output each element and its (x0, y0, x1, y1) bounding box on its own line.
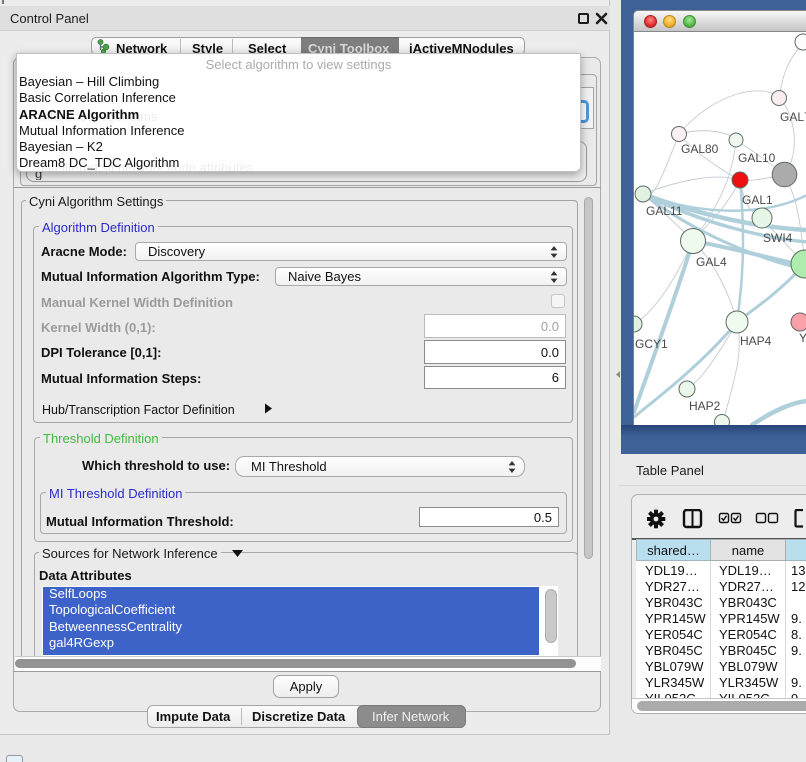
svg-text:HAP4: HAP4 (740, 334, 772, 348)
svg-text:GAL7: GAL7 (780, 110, 806, 124)
svg-text:GAL80: GAL80 (681, 142, 719, 156)
svg-text:SWI4: SWI4 (763, 231, 793, 245)
svg-text:GAL4: GAL4 (696, 255, 727, 269)
svg-text:GAL10: GAL10 (738, 151, 776, 165)
svg-text:YM: YM (799, 331, 806, 345)
svg-text:HAP2: HAP2 (689, 399, 721, 413)
svg-text:GAL11: GAL11 (646, 204, 683, 218)
svg-text:GAL1: GAL1 (742, 193, 773, 207)
svg-text:GCY1: GCY1 (635, 337, 668, 351)
